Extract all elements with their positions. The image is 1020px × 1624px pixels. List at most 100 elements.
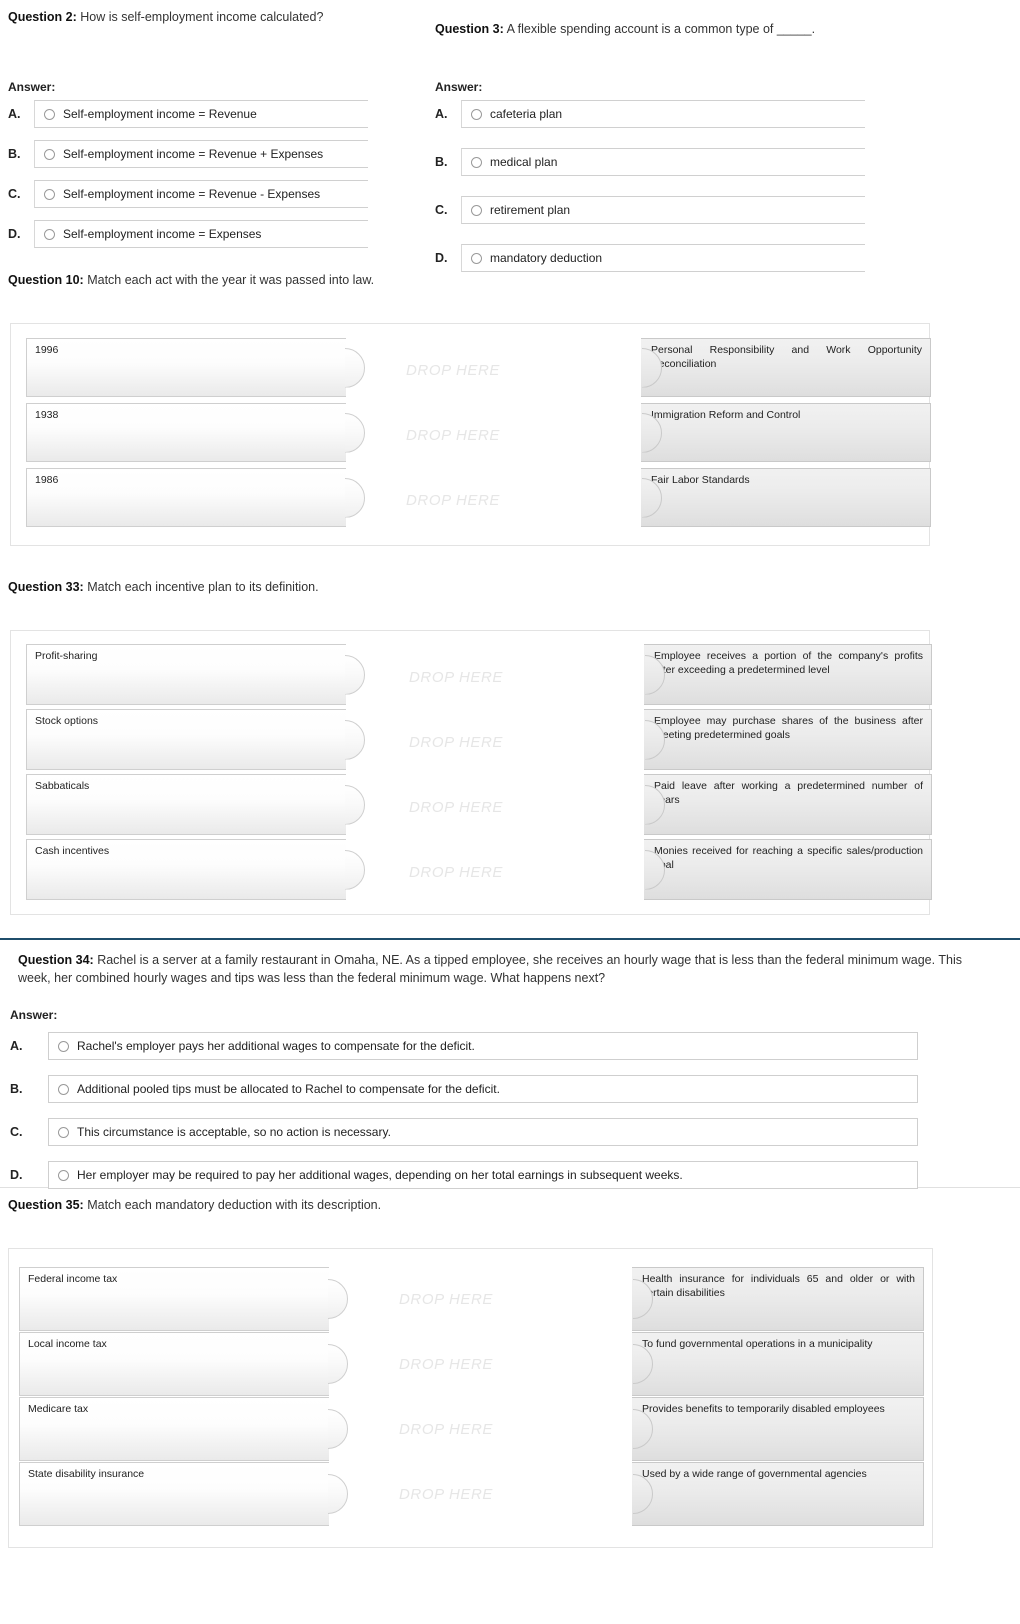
- option-box[interactable]: medical plan: [461, 148, 865, 177]
- question-3-option-b[interactable]: B. medical plan: [435, 148, 865, 177]
- puzzle-notch: [642, 412, 662, 453]
- question-3-prompt: Question 3: A flexible spending account …: [435, 20, 865, 38]
- question-34-option-c[interactable]: C. This circumstance is acceptable, so n…: [10, 1118, 918, 1146]
- question-2-answer-label: Answer:: [8, 80, 56, 95]
- drop-zone-placeholder[interactable]: DROP HERE: [399, 1421, 493, 1438]
- puzzle-notch: [633, 1344, 653, 1384]
- question-2-option-a[interactable]: A. Self-employment income = Revenue: [8, 100, 368, 129]
- option-box[interactable]: This circumstance is acceptable, so no a…: [48, 1118, 918, 1146]
- tile-label: Employee receives a portion of the compa…: [654, 650, 923, 676]
- option-box[interactable]: Self-employment income = Revenue + Expen…: [34, 140, 368, 169]
- drop-zone-placeholder[interactable]: DROP HERE: [409, 734, 503, 751]
- radio-icon[interactable]: [58, 1126, 69, 1138]
- tile-label: Health insurance for individuals 65 and …: [642, 1273, 915, 1299]
- drop-zone-placeholder[interactable]: DROP HERE: [399, 1486, 493, 1503]
- option-letter: C.: [10, 1125, 23, 1139]
- tile-label: Personal Responsibility and Work Opportu…: [651, 344, 922, 370]
- drag-source-tile[interactable]: 1986: [26, 468, 365, 527]
- drag-source-tile[interactable]: Medicare tax: [19, 1397, 348, 1461]
- option-text: Self-employment income = Revenue - Expen…: [63, 187, 321, 202]
- drag-source-tile[interactable]: Local income tax: [19, 1332, 348, 1396]
- question-2-option-d[interactable]: D. Self-employment income = Expenses: [8, 220, 368, 249]
- match-target-tile[interactable]: Used by a wide range of governmental age…: [632, 1462, 924, 1526]
- drag-source-tile[interactable]: Federal income tax: [19, 1267, 348, 1331]
- puzzle-notch: [642, 347, 662, 388]
- question-35-prompt: Question 35: Match each mandatory deduct…: [8, 1196, 381, 1214]
- drop-zone-placeholder[interactable]: DROP HERE: [409, 799, 503, 816]
- match-target-tile[interactable]: Provides benefits to temporarily disable…: [632, 1397, 924, 1461]
- question-33-number: Question 33:: [8, 580, 84, 594]
- drag-source-tile[interactable]: Cash incentives: [26, 839, 365, 900]
- option-box[interactable]: Rachel's employer pays her additional wa…: [48, 1032, 918, 1060]
- match-target-tile[interactable]: Health insurance for individuals 65 and …: [632, 1267, 924, 1331]
- question-35-text: Match each mandatory deduction with its …: [87, 1198, 382, 1212]
- drag-source-tile[interactable]: Profit-sharing: [26, 644, 365, 705]
- question-34-option-d[interactable]: D. Her employer may be required to pay h…: [10, 1161, 918, 1189]
- radio-icon[interactable]: [471, 156, 482, 168]
- radio-icon[interactable]: [471, 108, 482, 120]
- option-box[interactable]: retirement plan: [461, 196, 865, 225]
- tile-label: Fair Labor Standards: [651, 474, 750, 486]
- tile-label: Provides benefits to temporarily disable…: [642, 1403, 885, 1415]
- question-3-option-a[interactable]: A. cafeteria plan: [435, 100, 865, 129]
- drag-source-tile[interactable]: Sabbaticals: [26, 774, 365, 835]
- option-text: cafeteria plan: [490, 107, 563, 122]
- drop-zone-placeholder[interactable]: DROP HERE: [399, 1356, 493, 1373]
- drag-source-tile[interactable]: Stock options: [26, 709, 365, 770]
- option-letter: B.: [435, 155, 448, 170]
- drag-source-tile[interactable]: State disability insurance: [19, 1462, 348, 1526]
- match-target-tile[interactable]: To fund governmental operations in a mun…: [632, 1332, 924, 1396]
- question-34-text: Rachel is a server at a family restauran…: [18, 953, 962, 986]
- match-target-tile[interactable]: Immigration Reform and Control: [641, 403, 931, 462]
- radio-icon[interactable]: [58, 1169, 69, 1181]
- drop-zone-placeholder[interactable]: DROP HERE: [399, 1291, 493, 1308]
- match-target-tile[interactable]: Fair Labor Standards: [641, 468, 931, 527]
- radio-icon[interactable]: [58, 1083, 69, 1095]
- question-3-option-d[interactable]: D. mandatory deduction: [435, 244, 865, 273]
- option-letter: B.: [10, 1082, 23, 1096]
- match-target-tile[interactable]: Paid leave after working a predetermined…: [644, 774, 932, 835]
- question-2-option-b[interactable]: B. Self-employment income = Revenue + Ex…: [8, 140, 368, 169]
- question-34-option-b[interactable]: B. Additional pooled tips must be alloca…: [10, 1075, 918, 1103]
- match-target-tile[interactable]: Personal Responsibility and Work Opportu…: [641, 338, 931, 397]
- radio-icon[interactable]: [471, 204, 482, 216]
- match-target-tile[interactable]: Employee may purchase shares of the busi…: [644, 709, 932, 770]
- option-letter: D.: [435, 251, 448, 266]
- drop-zone-placeholder[interactable]: DROP HERE: [409, 669, 503, 686]
- option-box[interactable]: Self-employment income = Revenue: [34, 100, 368, 129]
- question-2-prompt: Question 2: How is self-employment incom…: [8, 8, 368, 26]
- option-box[interactable]: Self-employment income = Revenue - Expen…: [34, 180, 368, 209]
- option-box[interactable]: Additional pooled tips must be allocated…: [48, 1075, 918, 1103]
- drop-zone-placeholder[interactable]: DROP HERE: [406, 362, 500, 379]
- option-box[interactable]: Self-employment income = Expenses: [34, 220, 368, 249]
- puzzle-notch: [633, 1279, 653, 1319]
- option-box[interactable]: mandatory deduction: [461, 244, 865, 273]
- drop-zone-placeholder[interactable]: DROP HERE: [406, 427, 500, 444]
- radio-icon[interactable]: [44, 148, 55, 160]
- drag-source-tile[interactable]: 1996: [26, 338, 365, 397]
- option-box[interactable]: cafeteria plan: [461, 100, 865, 129]
- question-2-option-c[interactable]: C. Self-employment income = Revenue - Ex…: [8, 180, 368, 209]
- question-34-option-a[interactable]: A. Rachel's employer pays her additional…: [10, 1032, 918, 1060]
- question-34-number: Question 34:: [18, 953, 94, 967]
- option-letter: D.: [10, 1168, 23, 1182]
- radio-icon[interactable]: [44, 108, 55, 120]
- question-3-number: Question 3:: [435, 22, 504, 36]
- question-3-option-c[interactable]: C. retirement plan: [435, 196, 865, 225]
- question-35-number: Question 35:: [8, 1198, 84, 1212]
- option-text: Her employer may be required to pay her …: [77, 1168, 683, 1182]
- radio-icon[interactable]: [58, 1040, 69, 1052]
- radio-icon[interactable]: [44, 188, 55, 200]
- tile-label: Stock options: [35, 715, 99, 727]
- match-target-tile[interactable]: Employee receives a portion of the compa…: [644, 644, 932, 705]
- drop-zone-placeholder[interactable]: DROP HERE: [409, 864, 503, 881]
- tile-label: Medicare tax: [28, 1403, 89, 1415]
- drop-zone-placeholder[interactable]: DROP HERE: [406, 492, 500, 509]
- question-34-prompt: Question 34: Rachel is a server at a fam…: [18, 951, 976, 987]
- drag-source-tile[interactable]: 1938: [26, 403, 365, 462]
- match-target-tile[interactable]: Monies received for reaching a specific …: [644, 839, 932, 900]
- radio-icon[interactable]: [471, 252, 482, 264]
- radio-icon[interactable]: [44, 228, 55, 240]
- question-3-text: A flexible spending account is a common …: [506, 22, 816, 36]
- option-box[interactable]: Her employer may be required to pay her …: [48, 1161, 918, 1189]
